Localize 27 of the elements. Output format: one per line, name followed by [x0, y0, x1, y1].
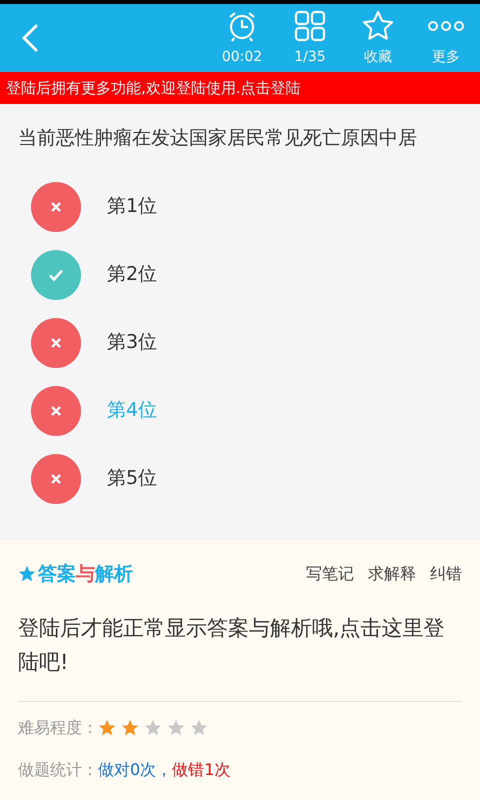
- login-banner[interactable]: 登陆后拥有更多功能,欢迎登陆使用.点击登陆: [0, 72, 480, 104]
- grid-icon: [293, 8, 327, 42]
- difficulty-label: 难易程度：: [18, 716, 98, 738]
- login-message[interactable]: 登陆后才能正常显示答案与解析哦,点击这里登陆吧!: [18, 588, 462, 702]
- answer-option[interactable]: 第3位: [0, 308, 480, 376]
- stats-value: ，: [156, 758, 172, 780]
- stats-value: 做对0次: [98, 758, 156, 780]
- section-title: 解析: [95, 562, 133, 587]
- action-link[interactable]: 写笔记: [306, 562, 354, 586]
- cross-icon: [31, 182, 81, 232]
- star-icon: [361, 8, 395, 42]
- answer-option[interactable]: 第2位: [0, 240, 480, 308]
- section-title: 答案: [38, 562, 76, 587]
- more-icon: [426, 20, 466, 32]
- answer-option[interactable]: 第1位: [0, 172, 480, 240]
- cross-icon: [31, 318, 81, 368]
- check-icon: [31, 250, 81, 300]
- section-title: 与: [76, 562, 95, 587]
- question-text: 当前恶性肿瘤在发达国家居民常见死亡原因中居: [17, 126, 418, 151]
- cross-icon: [31, 386, 81, 436]
- action-link[interactable]: 求解释: [368, 562, 416, 586]
- action-link[interactable]: 纠错: [430, 562, 462, 586]
- star-icon: [18, 565, 36, 584]
- cross-icon: [31, 454, 81, 504]
- answer-option[interactable]: 第5位: [0, 444, 480, 512]
- stats-label: 做题统计：: [18, 758, 98, 780]
- stats-value: 做错1次: [172, 758, 230, 780]
